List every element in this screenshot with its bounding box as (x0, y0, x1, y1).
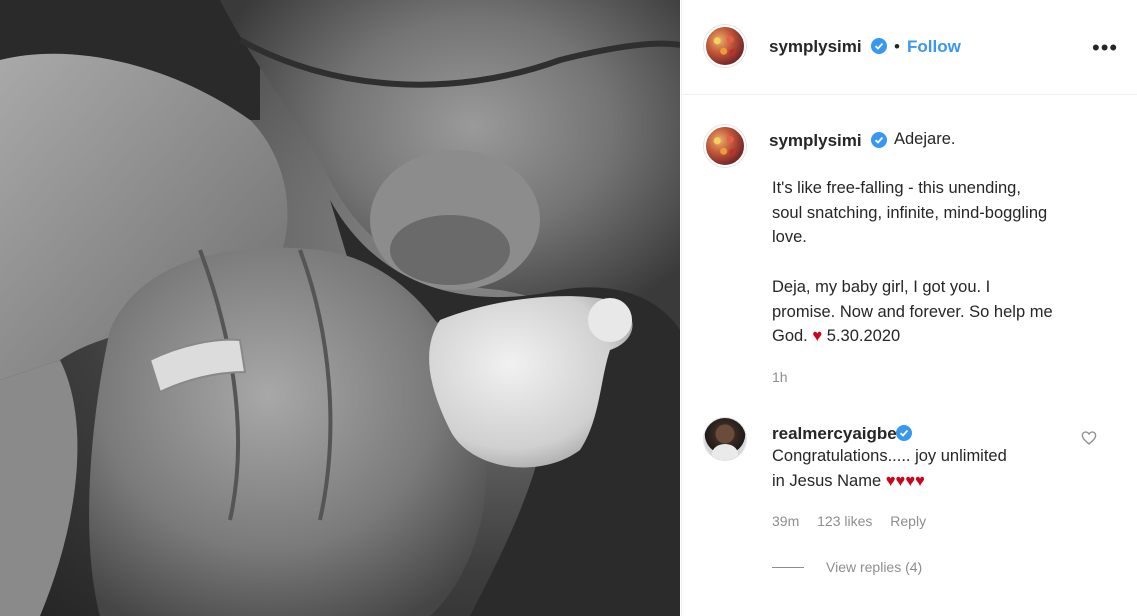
comment-likes[interactable]: 123 likes (817, 513, 872, 529)
caption-first-line: Adejare. (894, 130, 956, 148)
reply-button[interactable]: Reply (890, 513, 926, 529)
verified-badge-icon (871, 132, 887, 148)
caption-last-line: God. ♥ 5.30.2020 (772, 324, 1112, 349)
comment-body: Congratulations..... joy unlimited in Je… (772, 444, 1102, 493)
caption-text: God. (772, 327, 808, 345)
verified-badge-icon (896, 425, 912, 441)
more-options-icon[interactable]: ••• (1092, 37, 1118, 59)
author-username[interactable]: symplysimi (769, 37, 862, 57)
view-replies-button[interactable]: View replies (4) (826, 559, 922, 575)
photo-image (0, 0, 680, 616)
header-separator: • (894, 37, 900, 56)
post-header: symplysimi • Follow ••• (682, 0, 1137, 95)
caption-line: promise. Now and forever. So help me (772, 302, 1053, 321)
comment-text: Congratulations..... joy unlimited (772, 447, 1007, 465)
commenter-username[interactable]: realmercyaigbe (772, 424, 897, 444)
caption-paragraph-1: It's like free-falling - this unending, … (772, 176, 1112, 250)
red-heart-emoji: ♥ (812, 327, 823, 345)
caption-author-avatar[interactable] (704, 125, 746, 167)
follow-button[interactable]: Follow (907, 37, 961, 57)
caption-line: love. (772, 228, 807, 246)
caption-paragraph-2: Deja, my baby girl, I got you. I promise… (772, 275, 1112, 349)
comment-text: in Jesus Name (772, 471, 882, 490)
comment-time[interactable]: 39m (772, 513, 799, 529)
post-photo[interactable] (0, 0, 680, 616)
caption-line: It's like free-falling - this unending, (772, 179, 1021, 197)
post-time[interactable]: 1h (772, 369, 788, 385)
caption-line: soul snatching, infinite, mind-boggling (772, 203, 1048, 222)
view-replies-line (772, 567, 804, 568)
caption-line: Deja, my baby girl, I got you. I (772, 278, 991, 296)
post-side-panel: symplysimi • Follow ••• symplysimi Adeja… (681, 0, 1137, 616)
comment-text-line2: in Jesus Name ♥♥♥♥ (772, 469, 1102, 494)
caption-date: 5.30.2020 (826, 327, 901, 345)
caption-author-username[interactable]: symplysimi (769, 131, 862, 151)
comment-meta: 39m 123 likes Reply (772, 513, 940, 529)
verified-badge-icon (871, 38, 887, 54)
commenter-avatar[interactable] (704, 418, 746, 460)
red-hearts-emoji: ♥♥♥♥ (885, 471, 925, 490)
author-avatar[interactable] (704, 25, 746, 67)
